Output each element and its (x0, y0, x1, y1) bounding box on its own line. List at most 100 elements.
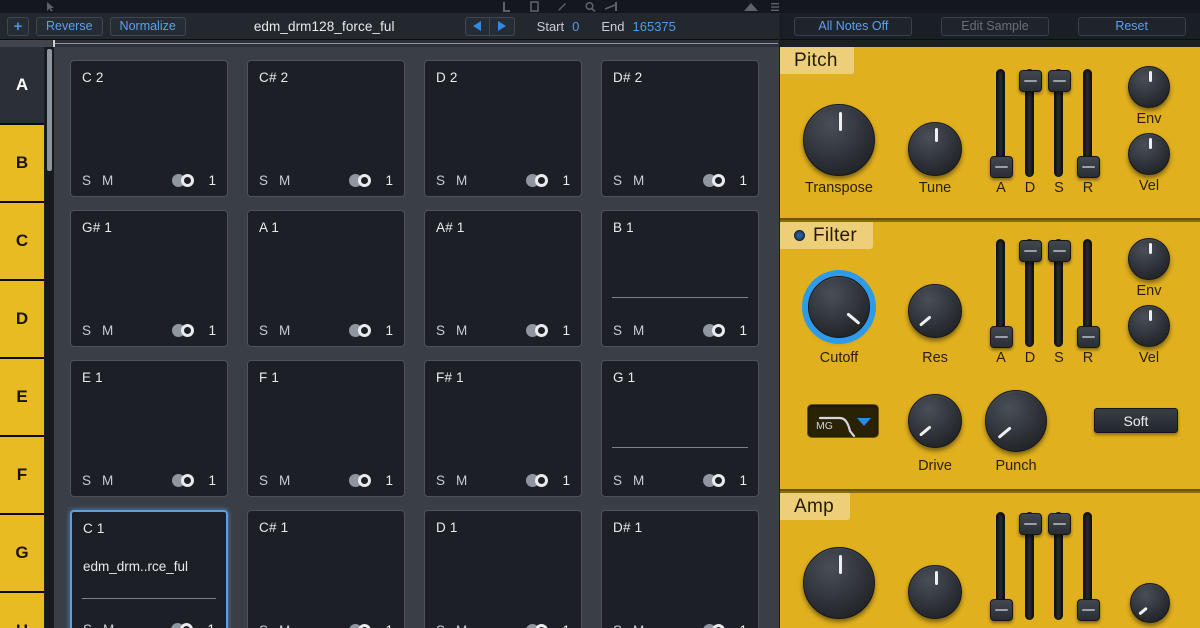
punch-knob[interactable] (985, 390, 1047, 452)
fade-icon[interactable] (604, 1, 617, 13)
filter-sustain-thumb[interactable] (1048, 240, 1071, 262)
sidebar-item-a[interactable]: A (0, 47, 44, 125)
layers-icon[interactable] (171, 623, 196, 628)
chevron-down-icon[interactable] (857, 418, 871, 426)
amp-section-tab[interactable]: Amp (780, 493, 850, 520)
pad-mute-button[interactable]: M (102, 173, 113, 188)
res-knob[interactable] (908, 284, 962, 338)
cursor-icon[interactable] (44, 1, 57, 13)
filter-enable-led-icon[interactable] (794, 230, 805, 241)
pitch-section-tab[interactable]: Pitch (780, 47, 854, 74)
transpose-knob[interactable] (803, 104, 875, 176)
pad-mute-button[interactable]: M (633, 623, 644, 628)
pad-solo-button[interactable]: S (259, 623, 268, 628)
amp-sustain-slider[interactable] (1048, 512, 1071, 620)
all-notes-off-button[interactable]: All Notes Off (794, 16, 913, 36)
layers-icon[interactable] (526, 174, 551, 187)
pad-mute-button[interactable]: M (633, 173, 644, 188)
layers-icon[interactable] (172, 324, 197, 337)
filter-env-knob[interactable] (1128, 238, 1170, 280)
waveform-overview[interactable] (0, 40, 779, 47)
amp-pan-knob[interactable] (908, 565, 962, 619)
pad-solo-button[interactable]: S (436, 173, 445, 188)
layers-icon[interactable] (172, 174, 197, 187)
sidebar-item-h[interactable]: H (0, 593, 44, 628)
pad-mute-button[interactable]: M (456, 173, 467, 188)
pad-solo-button[interactable]: S (259, 323, 268, 338)
layers-icon[interactable] (526, 324, 551, 337)
layers-icon[interactable] (349, 324, 374, 337)
filter-attack-slider[interactable] (990, 239, 1013, 348)
start-field[interactable]: Start 0 (537, 19, 580, 34)
filter-type-selector[interactable]: MG (807, 404, 879, 438)
pad[interactable]: C 1 edm_drm..rce_ful S M 1 (70, 510, 228, 628)
pad[interactable]: D# 1 S M 1 (601, 510, 759, 628)
amp-level-knob[interactable] (803, 547, 875, 619)
pad[interactable]: B 1 SM 1 (601, 210, 759, 347)
end-field[interactable]: End 165375 (601, 19, 676, 34)
filter-release-thumb[interactable] (1077, 326, 1100, 348)
pitch-release-slider[interactable] (1077, 69, 1100, 178)
marker-icon[interactable] (500, 1, 513, 13)
layers-icon[interactable] (703, 174, 728, 187)
sidebar-item-f[interactable]: F (0, 437, 44, 515)
pad-solo-button[interactable]: S (613, 323, 622, 338)
pad[interactable]: F# 1 SM 1 (424, 360, 582, 497)
soft-button[interactable]: Soft (1094, 408, 1178, 433)
amp-decay-slider[interactable] (1019, 512, 1042, 620)
pad-solo-button[interactable]: S (259, 473, 268, 488)
sidebar-item-d[interactable]: D (0, 281, 44, 359)
pitch-vel-knob[interactable] (1128, 133, 1170, 175)
reverse-button[interactable]: Reverse (36, 16, 103, 36)
pad[interactable]: E 1 SM 1 (70, 360, 228, 497)
pad-solo-button[interactable]: S (259, 173, 268, 188)
pad[interactable]: D 2 SM 1 (424, 60, 582, 197)
pad-solo-button[interactable]: S (613, 473, 622, 488)
end-value[interactable]: 165375 (633, 19, 676, 34)
pad[interactable]: C# 2 SM 1 (247, 60, 405, 197)
pad-mute-button[interactable]: M (633, 323, 644, 338)
pad[interactable]: D# 2 SM 1 (601, 60, 759, 197)
pitch-decay-slider[interactable] (1019, 69, 1042, 177)
layers-icon[interactable] (703, 324, 728, 337)
pad[interactable]: G# 1 SM 1 (70, 210, 228, 347)
pad-mute-button[interactable]: M (456, 323, 467, 338)
add-sample-button[interactable]: + (7, 16, 29, 36)
reset-button[interactable]: Reset (1077, 16, 1186, 36)
filter-vel-knob[interactable] (1128, 305, 1170, 347)
menu-icon[interactable] (768, 1, 781, 13)
magnify-icon[interactable] (584, 1, 597, 13)
pad-mute-button[interactable]: M (279, 173, 290, 188)
layers-icon[interactable] (703, 474, 728, 487)
speaker-icon[interactable] (740, 1, 762, 13)
pitch-release-thumb[interactable] (1077, 156, 1100, 178)
pad-scrollbar-thumb[interactable] (47, 49, 52, 171)
layers-icon[interactable] (349, 474, 374, 487)
normalize-button[interactable]: Normalize (109, 16, 186, 36)
pad-mute-button[interactable]: M (456, 623, 467, 628)
pad[interactable]: A 1 SM 1 (247, 210, 405, 347)
sidebar-item-g[interactable]: G (0, 515, 44, 593)
pad-mute-button[interactable]: M (633, 473, 644, 488)
tune-knob[interactable] (908, 122, 962, 176)
layers-icon[interactable] (703, 624, 728, 628)
pad-scrollbar[interactable] (45, 47, 54, 628)
layers-icon[interactable] (526, 624, 551, 628)
pitch-sustain-slider[interactable] (1048, 69, 1071, 177)
prev-sample-button[interactable] (464, 16, 490, 36)
pad[interactable]: A# 1 SM 1 (424, 210, 582, 347)
pad-mute-button[interactable]: M (279, 623, 290, 628)
pad[interactable]: C 2 SM 1 (70, 60, 228, 197)
amp-sustain-thumb[interactable] (1048, 513, 1071, 535)
layers-icon[interactable] (172, 474, 197, 487)
pad[interactable]: D 1 S M 1 (424, 510, 582, 628)
pad-mute-button[interactable]: M (279, 323, 290, 338)
filter-section-tab[interactable]: Filter (780, 222, 874, 249)
layers-icon[interactable] (349, 624, 374, 628)
pad-mute-button[interactable]: M (102, 473, 113, 488)
pad-solo-button[interactable]: S (436, 623, 445, 628)
amp-release-thumb[interactable] (1077, 599, 1100, 621)
pad-mute-button[interactable]: M (102, 323, 113, 338)
pad[interactable]: F 1 SM 1 (247, 360, 405, 497)
layers-icon[interactable] (526, 474, 551, 487)
